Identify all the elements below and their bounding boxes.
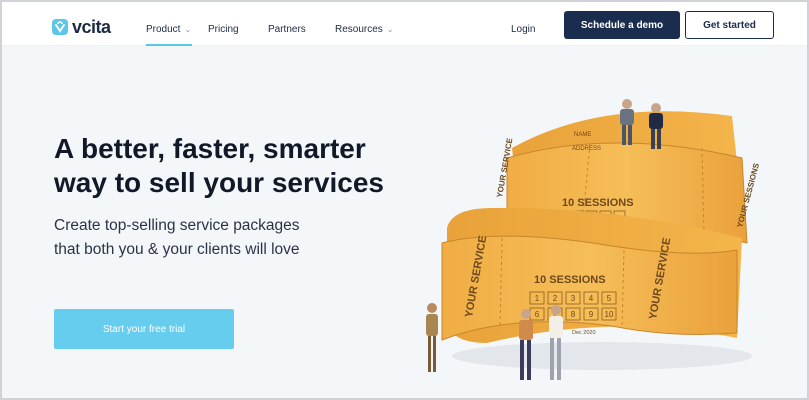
nav-item-label: Partners	[268, 24, 306, 35]
vcita-logo[interactable]: vcita	[52, 17, 111, 37]
lower-ticket-heading: 10 SESSIONS	[534, 274, 606, 286]
nav-item-product[interactable]: Product ⌄	[146, 24, 191, 35]
chevron-down-icon: ⌄	[386, 25, 394, 34]
session-number: 1	[535, 294, 540, 303]
start-free-trial-button[interactable]: Start your free trial	[54, 309, 234, 349]
get-started-button[interactable]: Get started	[685, 11, 774, 39]
vcita-logo-icon	[52, 19, 68, 35]
name-label: NAME	[574, 132, 591, 138]
upper-ticket-heading: 10 SESSIONS	[562, 197, 634, 209]
ticket-roll-illustration: NAME ADDRESS 10 SESSIONS YOUR SERVICE YO…	[426, 99, 761, 380]
floor-shadow	[452, 342, 752, 370]
active-nav-indicator	[146, 44, 192, 46]
session-number: 6	[535, 310, 540, 319]
session-number: 8	[571, 310, 576, 319]
login-label: Login	[511, 24, 536, 35]
session-number: 2	[553, 294, 558, 303]
nav-item-label: Pricing	[208, 24, 239, 35]
nav-item-partners[interactable]: Partners	[268, 24, 306, 35]
session-number: 3	[571, 294, 576, 303]
hero-title: A better, faster, smarter way to sell yo…	[54, 132, 424, 200]
session-number: 9	[589, 310, 594, 319]
ticket-date: Dec 2020	[572, 330, 596, 336]
nav-item-pricing[interactable]: Pricing	[208, 24, 239, 35]
hero-subtitle-line: Create top-selling service packages	[54, 217, 300, 234]
session-number: 5	[607, 294, 612, 303]
figurine-woman-left	[426, 303, 438, 372]
top-navigation: vcita Product ⌄ Pricing Partners Resourc…	[2, 2, 807, 46]
hero-subtitle-line: that both you & your clients will love	[54, 241, 300, 258]
session-number: 10	[605, 310, 614, 319]
nav-item-label: Resources	[335, 24, 383, 35]
schedule-demo-button[interactable]: Schedule a demo	[564, 11, 680, 39]
session-number: 4	[589, 294, 594, 303]
hero-title-line: A better, faster, smarter	[54, 133, 366, 164]
hero-title-line: way to sell your services	[54, 167, 384, 198]
page-frame: vcita Product ⌄ Pricing Partners Resourc…	[0, 0, 809, 400]
nav-item-label: Product	[146, 24, 181, 35]
hero-subtitle: Create top-selling service packages that…	[54, 214, 384, 262]
address-label: ADDRESS	[572, 146, 601, 152]
nav-item-resources[interactable]: Resources ⌄	[335, 24, 394, 35]
logo-wordmark: vcita	[72, 16, 111, 37]
login-link[interactable]: Login	[511, 24, 535, 35]
chevron-down-icon: ⌄	[184, 25, 192, 34]
